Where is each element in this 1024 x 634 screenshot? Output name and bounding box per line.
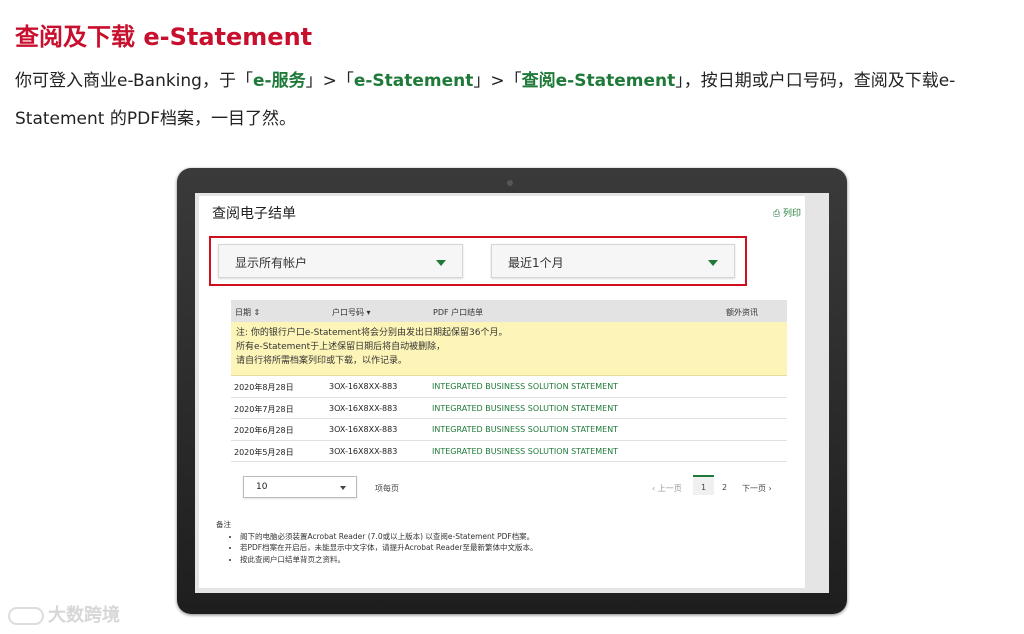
row-date: 2020年8月28日 bbox=[234, 383, 294, 392]
table-row: 2020年5月28日 3OX-16X8XX-883 INTEGRATED BUS… bbox=[231, 441, 787, 462]
intro-text: 」>「 bbox=[305, 71, 354, 91]
e-services-link: e-服务 bbox=[252, 71, 306, 91]
row-account: 3OX-16X8XX-883 bbox=[329, 446, 398, 456]
statement-link[interactable]: INTEGRATED BUSINESS SOLUTION STATEMENT bbox=[432, 425, 618, 434]
table-header: 日期 ⇕ 户口号码 ▾ PDF 户口结单 额外资讯 bbox=[231, 300, 787, 322]
period-select-value: 最近1个月 bbox=[508, 256, 564, 270]
panel-title: 查阅电子结单 bbox=[212, 206, 296, 222]
items-per-page-label: 项每页 bbox=[375, 484, 399, 493]
note-item: 若PDF档案在开启后，未能显示中文字体，请提升Acrobat Reader至最新… bbox=[240, 542, 537, 554]
extra-info-column-header: 额外资讯 bbox=[726, 308, 758, 317]
retention-notice: 注: 你的银行户口e-Statement将会分别由发出日期起保留36个月。 所有… bbox=[231, 322, 787, 376]
note-item: 按此查阅户口结单背页之资料。 bbox=[240, 554, 537, 566]
watermark-logo-icon bbox=[8, 607, 44, 625]
row-date: 2020年5月28日 bbox=[234, 447, 294, 457]
table-row: 2020年8月28日 3OX-16X8XX-883 INTEGRATED BUS… bbox=[231, 376, 787, 398]
date-column-header[interactable]: 日期 ⇕ bbox=[235, 307, 260, 318]
statement-link[interactable]: INTEGRATED BUSINESS SOLUTION STATEMENT bbox=[432, 447, 618, 456]
intro-text: 」>「 bbox=[473, 71, 522, 91]
prev-page-button[interactable]: ‹ 上一页 bbox=[652, 483, 682, 494]
watermark-text: 大数跨境 bbox=[48, 605, 120, 626]
note-item: 阁下的电脑必须装置Acrobat Reader (7.0或以上版本) 以查阅e-… bbox=[240, 531, 537, 543]
account-select[interactable]: 显示所有帐户 bbox=[218, 244, 463, 278]
pdf-column-header: PDF 户口结单 bbox=[433, 308, 484, 317]
laptop-frame: 查阅电子结单 ⎙ 列印 显示所有帐户 最近1个月 日期 ⇕ 户口号码 ▾ PDF… bbox=[177, 168, 847, 614]
row-date: 2020年6月28日 bbox=[234, 426, 294, 435]
e-statement-link: e-Statement bbox=[353, 71, 474, 91]
next-page-button[interactable]: 下一页 › bbox=[742, 483, 772, 494]
view-e-statement-link: 查阅e-Statement bbox=[521, 71, 676, 91]
page-1-button[interactable]: 1 bbox=[693, 475, 714, 495]
table-row: 2020年6月28日 3OX-16X8XX-883 INTEGRATED BUS… bbox=[231, 419, 787, 441]
row-account: 3OX-16X8XX-883 bbox=[329, 382, 398, 391]
intro-text: 你可登入商业e-Banking，于「 bbox=[15, 71, 253, 91]
row-account: 3OX-16X8XX-883 bbox=[329, 425, 398, 434]
page-2-button[interactable]: 2 bbox=[722, 483, 727, 492]
table-row: 2020年7月28日 3OX-16X8XX-883 INTEGRATED BUS… bbox=[231, 398, 787, 419]
chevron-down-icon bbox=[436, 260, 446, 266]
notes-section: 备注 阁下的电脑必须装置Acrobat Reader (7.0或以上版本) 以查… bbox=[216, 519, 537, 565]
statement-link[interactable]: INTEGRATED BUSINESS SOLUTION STATEMENT bbox=[432, 382, 618, 391]
intro-paragraph: 你可登入商业e-Banking，于「e-服务」>「e-Statement」>「查… bbox=[15, 62, 1015, 138]
account-column-header[interactable]: 户口号码 ▾ bbox=[332, 307, 371, 318]
notice-line: 所有e-Statement于上述保留日期后将自动被删除， bbox=[236, 342, 446, 352]
row-date: 2020年7月28日 bbox=[234, 404, 294, 414]
notice-line: 请自行将所需档案列印或下载，以作记录。 bbox=[236, 356, 408, 366]
page-headline: 查阅及下载 e-Statement bbox=[15, 23, 313, 51]
chevron-down-icon bbox=[708, 260, 718, 266]
items-per-page-select[interactable]: 10 bbox=[243, 476, 357, 498]
statement-table: 日期 ⇕ 户口号码 ▾ PDF 户口结单 额外资讯 注: 你的银行户口e-Sta… bbox=[231, 300, 787, 462]
chevron-down-icon bbox=[340, 486, 346, 490]
row-account: 3OX-16X8XX-883 bbox=[329, 403, 398, 413]
period-select[interactable]: 最近1个月 bbox=[491, 244, 735, 278]
statement-panel: 查阅电子结单 ⎙ 列印 显示所有帐户 最近1个月 日期 ⇕ 户口号码 ▾ PDF… bbox=[199, 196, 805, 588]
statement-link[interactable]: INTEGRATED BUSINESS SOLUTION STATEMENT bbox=[432, 404, 618, 413]
notice-line: 注: 你的银行户口e-Statement将会分别由发出日期起保留36个月。 bbox=[236, 328, 508, 338]
notes-title: 备注 bbox=[216, 520, 231, 529]
webcam-dot bbox=[507, 180, 513, 186]
items-per-page-value: 10 bbox=[256, 482, 268, 492]
account-select-value: 显示所有帐户 bbox=[235, 256, 308, 270]
laptop-screen: 查阅电子结单 ⎙ 列印 显示所有帐户 最近1个月 日期 ⇕ 户口号码 ▾ PDF… bbox=[195, 193, 829, 593]
print-link[interactable]: ⎙ 列印 bbox=[773, 206, 801, 219]
watermark: 大数跨境 bbox=[8, 601, 120, 627]
